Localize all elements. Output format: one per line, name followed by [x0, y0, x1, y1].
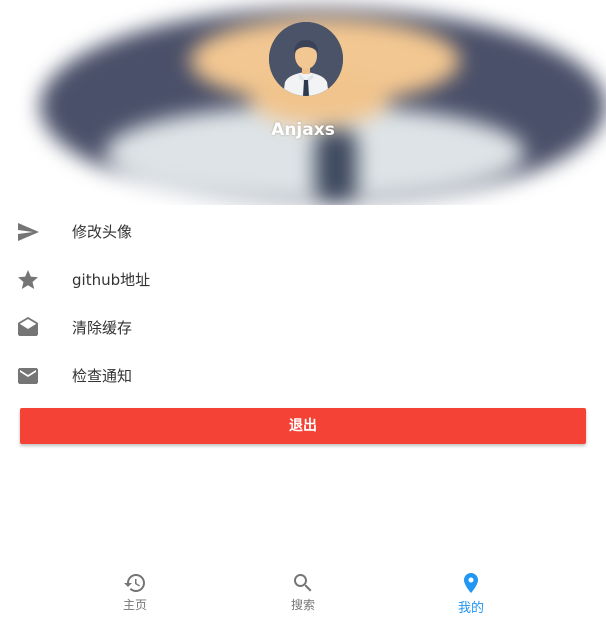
avatar[interactable]	[269, 22, 343, 96]
logout-button[interactable]: 退出	[20, 408, 586, 444]
menu-item-github[interactable]: github地址	[0, 256, 606, 304]
menu-item-label: 修改头像	[72, 223, 133, 241]
settings-menu: 修改头像 github地址 清除缓存 检查通知	[0, 208, 606, 400]
drafts-icon	[16, 316, 40, 340]
menu-item-check-notifications[interactable]: 检查通知	[0, 352, 606, 400]
send-icon	[16, 220, 40, 244]
avatar-person-icon	[269, 22, 343, 96]
star-icon	[16, 268, 40, 292]
nav-item-profile[interactable]: 我的	[370, 561, 572, 625]
bottom-navigation: 主页 搜索 我的	[0, 561, 606, 625]
menu-item-label: 检查通知	[72, 367, 133, 385]
menu-item-label: github地址	[72, 271, 151, 289]
menu-item-clear-cache[interactable]: 清除缓存	[0, 304, 606, 352]
menu-item-label: 清除缓存	[72, 319, 133, 337]
menu-item-change-avatar[interactable]: 修改头像	[0, 208, 606, 256]
profile-header: Anjaxs	[0, 0, 606, 205]
mail-icon	[16, 364, 40, 388]
history-icon	[124, 574, 145, 592]
search-icon	[294, 574, 312, 592]
location-pin-icon	[464, 573, 478, 593]
username: Anjaxs	[271, 120, 335, 140]
nav-label: 我的	[457, 601, 484, 616]
